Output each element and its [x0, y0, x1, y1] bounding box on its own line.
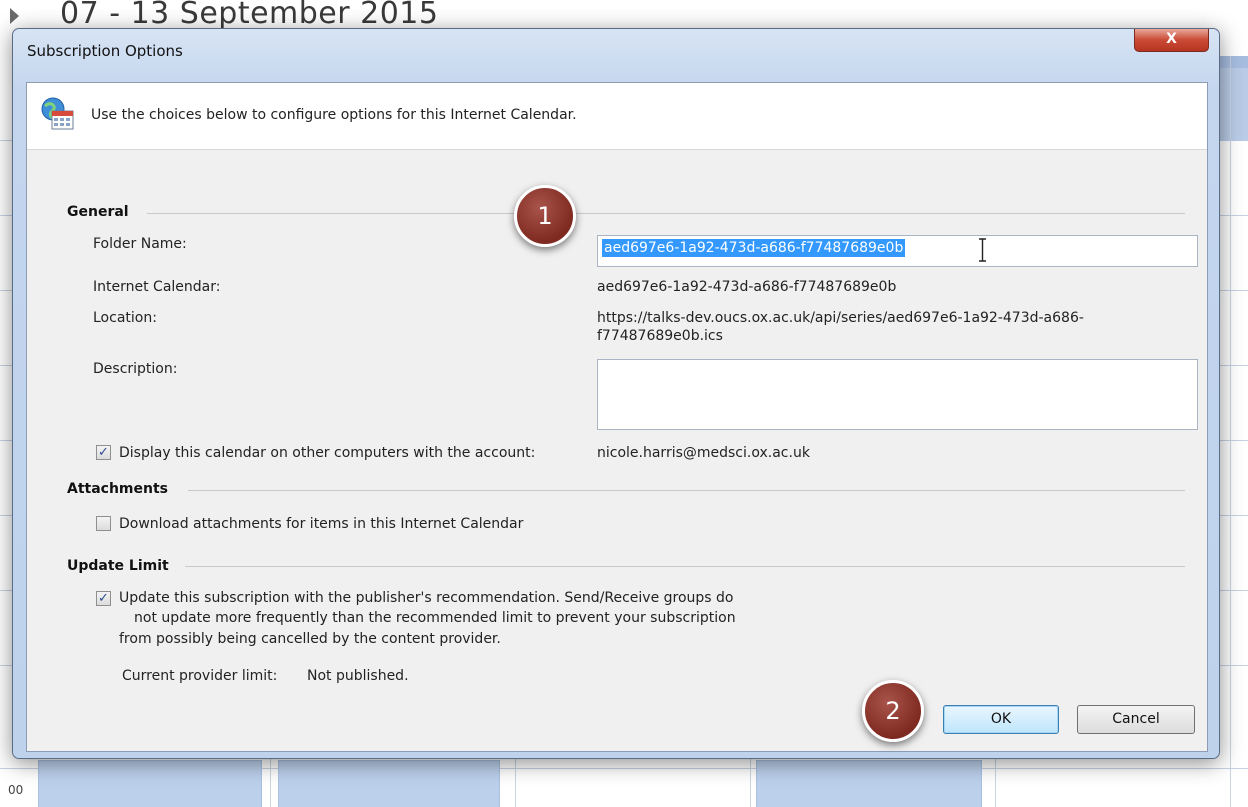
section-divider [188, 490, 1185, 491]
download-attachments-label: Download attachments for items in this I… [119, 516, 524, 532]
location-value-line2: f77487689e0b.ics [597, 328, 723, 344]
update-recommendation-line3: from possibly being cancelled by the con… [119, 631, 501, 647]
internet-calendar-value: aed697e6-1a92-473d-a686-f77487689e0b [597, 279, 897, 295]
internet-calendar-icon [41, 97, 74, 130]
checkmark-icon: ✓ [98, 591, 109, 606]
update-recommendation-checkbox[interactable]: ✓ [96, 591, 111, 606]
attachments-section-title: Attachments [67, 481, 169, 497]
calendar-column-line [270, 757, 271, 807]
location-label: Location: [93, 310, 157, 326]
ok-button[interactable]: OK [943, 705, 1059, 734]
subscription-options-dialog: Subscription Options X Use the choices b… [12, 28, 1220, 759]
description-textarea[interactable] [597, 359, 1198, 430]
calendar-column-line [995, 757, 996, 807]
folder-name-selected-text: aed697e6-1a92-473d-a686-f77487689e0b [602, 239, 906, 257]
checkmark-icon: ✓ [98, 445, 109, 460]
step-1-badge: 1 [514, 185, 576, 247]
download-attachments-checkbox[interactable] [96, 516, 111, 531]
update-limit-section-title: Update Limit [67, 558, 169, 574]
close-button[interactable]: X [1134, 29, 1209, 52]
dialog-client-area: Use the choices below to configure optio… [26, 82, 1208, 752]
dialog-title: Subscription Options [27, 42, 183, 60]
calendar-column-line [515, 757, 516, 807]
calendar-event-block[interactable] [756, 760, 982, 807]
display-calendar-checkbox[interactable]: ✓ [96, 445, 111, 460]
internet-calendar-label: Internet Calendar: [93, 279, 221, 295]
location-value-line1: https://talks-dev.oucs.ox.ac.uk/api/seri… [597, 310, 1084, 326]
dialog-instructions: Use the choices below to configure optio… [91, 107, 577, 123]
calendar-event-block[interactable] [38, 760, 262, 807]
update-recommendation-line1: Update this subscription with the publis… [119, 590, 734, 606]
description-label: Description: [93, 361, 178, 377]
section-divider [147, 213, 1185, 214]
folder-name-input[interactable]: aed697e6-1a92-473d-a686-f77487689e0b [597, 235, 1198, 267]
calendar-column-line [1230, 56, 1231, 807]
calendar-column-line [750, 757, 751, 807]
provider-limit-value: Not published. [307, 668, 409, 684]
provider-limit-label: Current provider limit: [122, 668, 278, 684]
close-icon: X [1166, 31, 1177, 47]
general-section-title: General [67, 204, 129, 220]
dialog-header: Use the choices below to configure optio… [27, 83, 1207, 150]
account-value: nicole.harris@medsci.ox.ac.uk [597, 445, 810, 461]
folder-name-label: Folder Name: [93, 236, 187, 252]
update-recommendation-line2: not update more frequently than the reco… [134, 610, 736, 626]
step-2-badge: 2 [862, 680, 924, 742]
calendar-event-block[interactable] [278, 760, 500, 807]
text-cursor-icon [979, 238, 986, 262]
time-label: 00 [8, 783, 24, 797]
display-calendar-label: Display this calendar on other computers… [119, 445, 536, 461]
week-title: 07 - 13 September 2015 [60, 0, 439, 31]
cancel-button[interactable]: Cancel [1077, 705, 1195, 734]
expand-arrow-icon[interactable] [10, 8, 19, 24]
section-divider [185, 566, 1185, 567]
